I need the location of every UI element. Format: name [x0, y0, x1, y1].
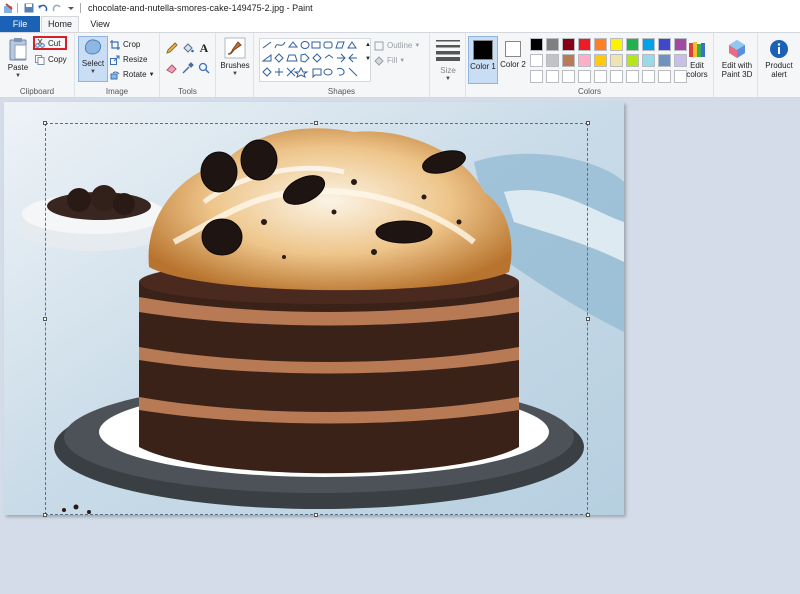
edit-colors-button[interactable]: Edit colors: [681, 39, 713, 79]
resize-button[interactable]: Resize: [110, 53, 147, 66]
paste-label: Paste: [7, 63, 29, 72]
selection-handle[interactable]: [314, 121, 318, 125]
selection-rectangle[interactable]: [43, 121, 590, 517]
selection-handle[interactable]: [586, 317, 590, 321]
clipboard-group: Paste ▼ Cut Copy Clipboard: [0, 33, 75, 97]
image-group-label: Image: [105, 87, 129, 96]
brush-icon: [224, 37, 246, 59]
fill-bucket-icon[interactable]: [182, 42, 194, 54]
resize-label: Resize: [123, 55, 148, 64]
selection-handle[interactable]: [43, 121, 47, 125]
colors-group-label: Colors: [577, 87, 602, 96]
crop-icon: [110, 39, 120, 50]
paint3d-label: Edit with Paint 3D: [721, 61, 753, 79]
tab-row: File Home View: [0, 16, 800, 33]
brushes-dropdown-icon: ▼: [232, 71, 238, 77]
tab-file[interactable]: File: [0, 16, 40, 32]
shapes-group-label: Shapes: [327, 87, 356, 96]
customize-toolbar-icon[interactable]: [65, 2, 77, 14]
cut-label: Cut: [48, 38, 61, 48]
fill-icon: [374, 55, 384, 66]
color-wheel-icon: [689, 42, 705, 57]
outline-label: Outline: [387, 41, 413, 50]
copy-icon: [35, 54, 45, 65]
info-icon: [770, 40, 788, 58]
undo-icon[interactable]: [37, 2, 49, 14]
paint3d-icon: [729, 40, 745, 58]
colors-group: Colors: [466, 33, 714, 97]
fill-label: Fill: [387, 56, 398, 65]
selection-handle[interactable]: [586, 513, 590, 517]
product-alert-button[interactable]: Product alert: [759, 39, 799, 79]
select-icon: [85, 39, 102, 55]
shapes-scroll-down-icon[interactable]: ▼: [362, 53, 374, 65]
separator: [80, 3, 81, 13]
selection-handle[interactable]: [43, 317, 47, 321]
size-lines-icon: [436, 40, 460, 61]
shapes-gallery[interactable]: [259, 38, 371, 82]
paint3d-group: Edit with Paint 3D: [714, 33, 758, 97]
outline-dropdown-icon: ▼: [414, 42, 421, 49]
cut-button[interactable]: Cut: [33, 36, 67, 50]
product-alert-label: Product alert: [765, 61, 793, 79]
shapes-gallery-icons: [261, 41, 358, 79]
tools-group: A Tools: [160, 33, 216, 97]
tab-home[interactable]: Home: [41, 16, 79, 33]
paste-icon: [9, 38, 27, 61]
color-picker-icon[interactable]: [182, 62, 194, 74]
edit-colors-label: Edit colors: [686, 61, 708, 79]
rotate-label: Rotate: [123, 70, 147, 79]
copy-button[interactable]: Copy: [35, 53, 67, 66]
fill-dropdown-icon: ▼: [399, 57, 406, 64]
magnifier-icon[interactable]: [198, 62, 210, 74]
eraser-icon[interactable]: [166, 62, 178, 74]
selection-handle[interactable]: [314, 513, 318, 517]
copy-label: Copy: [48, 55, 67, 64]
select-label: Select: [81, 59, 105, 68]
scissors-icon: [35, 38, 45, 48]
edit-with-paint3d-button[interactable]: Edit with Paint 3D: [716, 39, 758, 79]
crop-button[interactable]: Crop: [110, 38, 140, 51]
tools-group-label: Tools: [178, 87, 197, 96]
paste-button[interactable]: Paste ▼: [4, 37, 32, 81]
size-group[interactable]: Size ▼: [430, 33, 466, 97]
resize-icon: [110, 55, 120, 65]
outline-button[interactable]: Outline ▼: [374, 39, 420, 52]
brushes-label: Brushes: [220, 61, 250, 70]
fill-button[interactable]: Fill ▼: [374, 54, 405, 67]
size-label: Size: [440, 66, 456, 75]
brushes-button[interactable]: Brushes ▼: [220, 37, 250, 79]
title-bar: chocolate-and-nutella-smores-cake-149475…: [0, 0, 800, 16]
selection-handle[interactable]: [43, 513, 47, 517]
separator: [17, 3, 18, 13]
rotate-button[interactable]: Rotate ▼: [110, 68, 155, 81]
crop-label: Crop: [123, 40, 141, 49]
tab-view[interactable]: View: [85, 16, 115, 32]
select-button[interactable]: Select ▼: [78, 36, 108, 82]
shapes-scroll-up-icon[interactable]: ▲: [362, 39, 374, 51]
paint-app-icon[interactable]: [2, 2, 14, 14]
rotate-dropdown-icon: ▼: [148, 71, 155, 78]
pencil-icon[interactable]: [166, 42, 178, 54]
clipboard-group-label: Clipboard: [19, 87, 55, 96]
rotate-icon: [110, 70, 120, 80]
size-button: Size ▼: [430, 66, 466, 84]
window-title: chocolate-and-nutella-smores-cake-149475…: [88, 3, 313, 13]
select-dropdown-icon: ▼: [90, 69, 96, 75]
image-group: Select ▼ Crop Resize Rotate ▼ Image: [75, 33, 160, 97]
save-icon[interactable]: [23, 2, 35, 14]
size-dropdown-icon: ▼: [445, 76, 451, 82]
selection-handle[interactable]: [586, 121, 590, 125]
outline-icon: [374, 41, 384, 51]
ribbon: Paste ▼ Cut Copy Clipboard Select ▼ Crop…: [0, 32, 800, 98]
redo-icon[interactable]: [51, 2, 63, 14]
brushes-group: Brushes ▼: [216, 33, 254, 97]
shapes-group: ▲ ▼ Outline ▼ Fill ▼ Shapes: [254, 33, 430, 97]
text-tool-icon[interactable]: A: [198, 41, 210, 55]
paste-dropdown-icon: ▼: [15, 73, 21, 79]
